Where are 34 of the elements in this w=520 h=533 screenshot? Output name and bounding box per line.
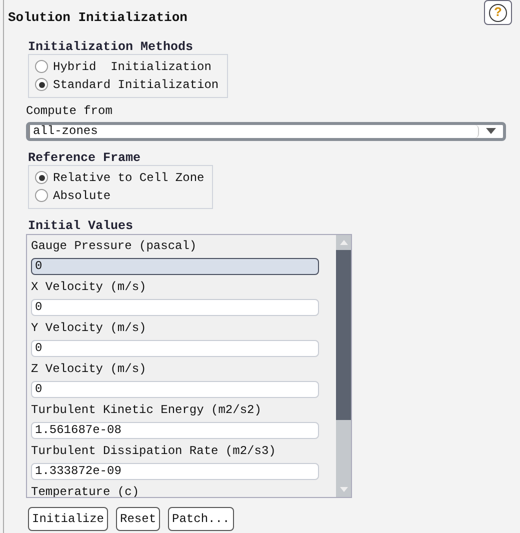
action-button[interactable]: Reset xyxy=(116,506,160,530)
value-label: Turbulent Kinetic Energy (m2/s2) xyxy=(31,402,262,418)
radio-button[interactable] xyxy=(35,171,48,184)
value-label: Turbulent Dissipation Rate (m2/s3) xyxy=(31,442,277,460)
group-heading: Initial Values xyxy=(28,218,134,232)
radio-label: Relative to Cell Zone xyxy=(53,170,204,186)
value-label: Gauge Pressure (pascal) xyxy=(31,238,198,254)
input-field[interactable]: 1.333872e-09 xyxy=(31,462,319,480)
panel-title: Solution Initialization xyxy=(8,9,188,27)
radio-button[interactable] xyxy=(35,78,48,91)
caret-icon xyxy=(486,128,496,134)
value-label: Z Velocity (m/s) xyxy=(31,360,148,378)
action-button[interactable]: Patch... xyxy=(168,506,234,530)
scroll-down-icon[interactable] xyxy=(340,486,348,492)
radio-button[interactable] xyxy=(35,60,48,73)
field-label: Compute from xyxy=(26,102,114,120)
group-heading: Reference Frame xyxy=(28,150,142,164)
radio-button[interactable] xyxy=(35,189,48,202)
scrollbar[interactable] xyxy=(336,234,351,496)
input-field[interactable]: 1.561687e-08 xyxy=(31,422,319,438)
action-button[interactable]: Initialize xyxy=(28,506,108,530)
compute-from-dropdown[interactable]: all-zones xyxy=(26,122,506,140)
input-field[interactable]: 0 xyxy=(31,380,319,398)
radio-label: Standard Initialization xyxy=(53,76,219,94)
input-field[interactable]: 0 xyxy=(31,298,319,316)
scroll-thumb[interactable] xyxy=(336,250,351,420)
radio-label: Hybrid Initialization xyxy=(53,58,212,76)
radio-label: Absolute xyxy=(53,188,111,204)
group-heading: Initialization Methods xyxy=(28,40,194,54)
input-field[interactable]: 0 xyxy=(31,258,319,274)
value-label: X Velocity (m/s) xyxy=(31,278,148,296)
value-label: Y Velocity (m/s) xyxy=(31,320,148,336)
input-field[interactable]: 0 xyxy=(31,340,319,356)
scroll-up-icon[interactable] xyxy=(340,240,348,244)
